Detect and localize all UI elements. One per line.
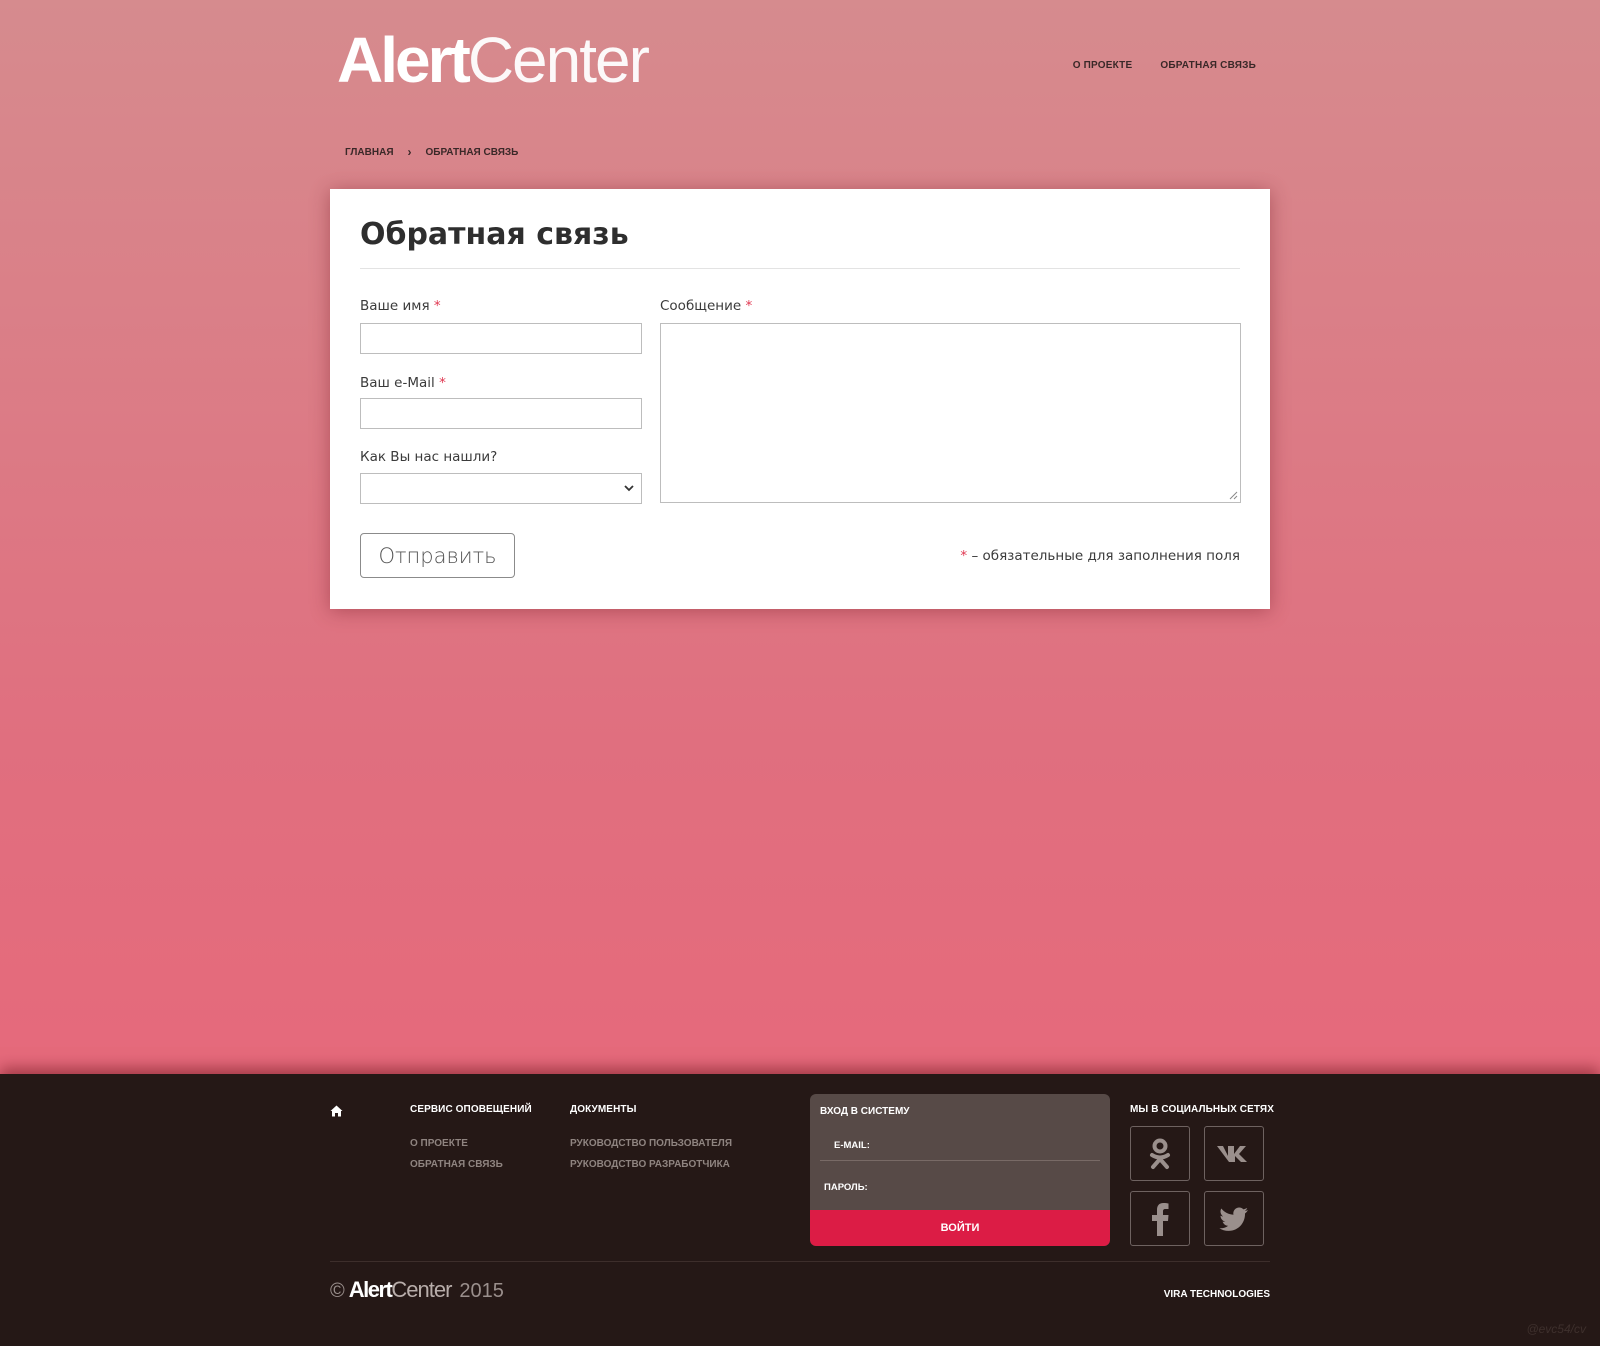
breadcrumb-current: ОБРАТНАЯ СВЯЗЬ [425,146,519,158]
twitter-icon [1219,1207,1248,1231]
email-input[interactable] [360,398,642,429]
title-divider [360,268,1240,269]
footer-docs-title: ДОКУМЕНТЫ [570,1104,637,1115]
login-email-label: E-MAIL: [834,1140,870,1151]
copyright-logo: AlertCenter [349,1277,456,1303]
email-label: Ваш e-Mail * [360,375,446,391]
odnoklassniki-button[interactable] [1130,1126,1190,1181]
source-select[interactable] [360,473,642,504]
footer-divider [330,1261,1270,1262]
login-panel: ВХОД В СИСТЕМУ E-MAIL: ПАРОЛЬ: ВОЙТИ [810,1094,1110,1246]
footer-service-title: СЕРВИС ОПОВЕЩЕНИЙ [410,1104,532,1115]
odnoklassniki-icon [1150,1138,1170,1169]
copyright: © AlertCenter 2015 [330,1277,504,1303]
facebook-button[interactable] [1130,1191,1190,1246]
nav-about[interactable]: О ПРОЕКТЕ [1073,60,1133,71]
message-textarea[interactable] [660,323,1241,503]
twitter-button[interactable] [1204,1191,1264,1246]
name-label: Ваше имя * [360,298,441,314]
breadcrumb-home[interactable]: ГЛАВНАЯ [345,147,394,158]
footer-link-about[interactable]: О ПРОЕКТЕ [410,1138,468,1149]
source-label: Как Вы нас нашли? [360,449,497,465]
copyright-logo-light: Center [391,1277,452,1302]
resize-grip-icon[interactable] [1228,490,1238,500]
login-password-field[interactable]: ПАРОЛЬ: [820,1172,1100,1202]
name-input[interactable] [360,323,642,354]
login-password-label: ПАРОЛЬ: [824,1181,868,1193]
copyright-year: 2015 [459,1280,504,1302]
page-title: Обратная связь [360,217,629,252]
logo-light: Center [467,24,650,96]
home-icon[interactable] [330,1105,343,1117]
name-label-text: Ваше имя [360,298,430,314]
watermark: @evc54/cv [1526,1322,1586,1336]
name-required-mark: * [433,298,441,314]
login-button[interactable]: ВОЙТИ [810,1210,1110,1246]
message-label: Сообщение * [660,298,752,314]
required-note: * – обязательные для заполнения поля [960,548,1240,564]
source-label-text: Как Вы нас нашли? [360,449,498,465]
chevron-down-icon [624,485,634,492]
vk-icon [1217,1145,1247,1162]
footer-link-dev-guide[interactable]: РУКОВОДСТВО РАЗРАБОТЧИКА [570,1159,730,1170]
submit-button[interactable]: Отправить [360,533,515,578]
breadcrumb-separator-icon: › [407,145,412,159]
facebook-icon [1152,1202,1169,1236]
message-required-mark: * [745,298,753,314]
site-footer: СЕРВИС ОПОВЕЩЕНИЙ О ПРОЕКТЕ ОБРАТНАЯ СВЯ… [0,1074,1600,1346]
footer-link-user-guide[interactable]: РУКОВОДСТВО ПОЛЬЗОВАТЕЛЯ [570,1138,732,1149]
email-label-text: Ваш e-Mail [360,375,435,391]
company-link[interactable]: VIRA TECHNOLOGIES [1164,1289,1270,1300]
nav-feedback[interactable]: ОБРАТНАЯ СВЯЗЬ [1160,60,1256,71]
message-label-text: Сообщение [660,298,742,314]
site-logo[interactable]: AlertCenter [337,22,650,98]
logo-bold: Alert [337,24,471,96]
breadcrumb: ГЛАВНАЯ › ОБРАТНАЯ СВЯЗЬ [345,145,518,159]
login-email-field[interactable]: E-MAIL: [820,1131,1100,1161]
copyright-logo-bold: Alert [348,1277,393,1302]
copyright-symbol: © [330,1280,345,1302]
required-note-mark: * [960,548,968,564]
email-required-mark: * [439,375,446,391]
footer-link-feedback[interactable]: ОБРАТНАЯ СВЯЗЬ [410,1159,503,1170]
required-note-text: – обязательные для заполнения поля [971,548,1240,564]
top-nav: О ПРОЕКТЕ ОБРАТНАЯ СВЯЗЬ [1073,60,1256,71]
feedback-form-card: Обратная связь Ваше имя * Ваш e-Mail * К… [330,189,1270,609]
footer-social-title: МЫ В СОЦИАЛЬНЫХ СЕТЯХ [1130,1104,1274,1115]
login-title: ВХОД В СИСТЕМУ [820,1106,910,1117]
vk-button[interactable] [1204,1126,1264,1181]
